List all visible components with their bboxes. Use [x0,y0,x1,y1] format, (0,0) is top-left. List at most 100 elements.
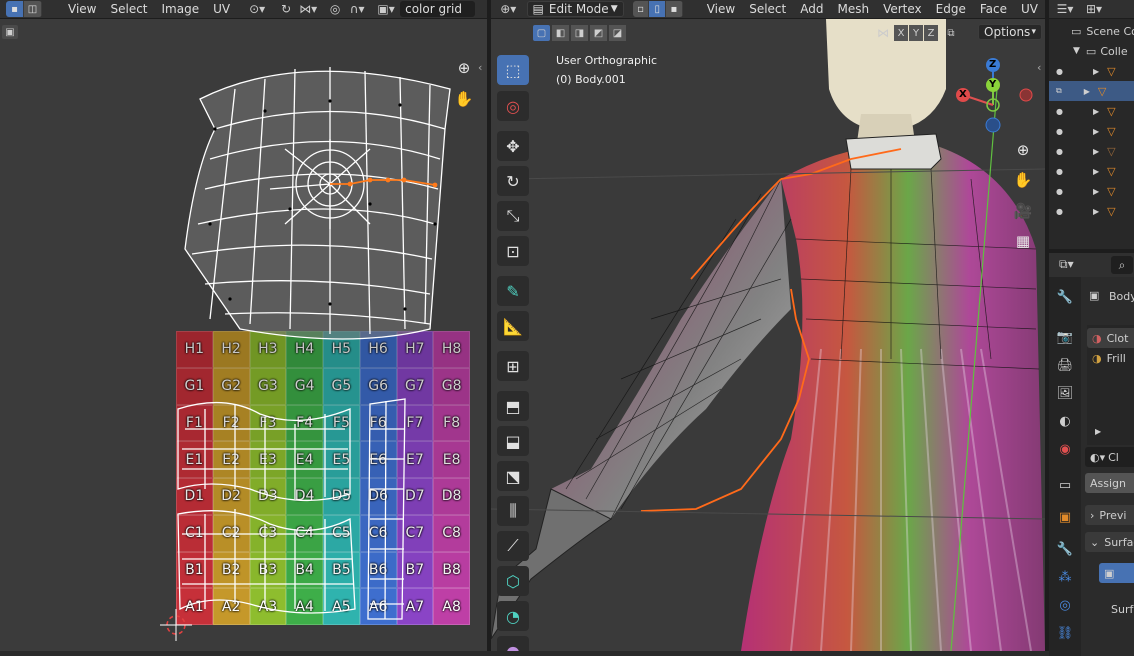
tool-annotate[interactable]: ✎ [497,276,529,306]
proportional-edit-icon[interactable]: ◎ [325,1,345,17]
tool-bevel[interactable]: ⬔ [497,461,529,491]
uv-menu-uv[interactable]: UV [206,2,237,16]
image-name-field[interactable]: color grid [400,1,476,17]
falloff-icon[interactable]: ∩▾ [347,1,367,17]
expand-icon[interactable]: ▶ [1093,207,1099,216]
tool-move[interactable]: ✥ [497,131,529,161]
outliner-object-row[interactable]: ● ▶ ▽ [1049,61,1134,81]
tool-scale[interactable]: ⤡ [497,201,529,231]
outliner-scene-row[interactable]: ▭ Scene Co [1049,21,1134,41]
outliner-object-row[interactable]: ● ▶ ▽ [1049,201,1134,221]
outliner-collection-row[interactable]: ▼ ▭ Colle [1049,41,1134,61]
expand-icon[interactable]: ▶ [1093,67,1099,76]
tool-loop-cut[interactable]: ⫼ [497,496,529,526]
pivot-icon[interactable]: ⊙▾ [247,1,267,17]
outliner-object-row[interactable]: ● ▶ ▽ [1049,101,1134,121]
editor-type-icon[interactable]: ⊕▾ [499,1,518,17]
uv-menu-view[interactable]: View [61,2,103,16]
tool-add-cube[interactable]: ⊞ [497,351,529,381]
tool-spin[interactable]: ◔ [497,601,529,631]
viewport-pan-icon[interactable]: ✋ [1010,167,1036,193]
tool-inset[interactable]: ⬓ [497,426,529,456]
vertex-mode-icon[interactable]: ▫ [632,1,650,17]
topology-mirror-icon[interactable]: ⧉ [943,25,959,41]
modifier-tab-icon[interactable]: 🔧 [1055,539,1075,559]
expand-icon[interactable]: ▶ [1084,87,1090,96]
vp-menu-vertex[interactable]: Vertex [876,2,929,16]
display-mode-icon[interactable]: ⊞▾ [1084,1,1104,17]
tool-extrude[interactable]: ⬒ [497,391,529,421]
expand-icon[interactable]: ▶ [1093,127,1099,136]
properties-editor-type-icon[interactable]: ⧉▾ [1059,257,1074,272]
render-tab-icon[interactable]: 📷 [1055,327,1075,347]
uv-editor[interactable]: ▣ H1 H2 H3 H4 H5 H6 H7 H8 G1 G2 G3 G4 G5 G6 G7 G8 F1 F2 F3… [0,19,487,651]
vp-menu-add[interactable]: Add [793,2,830,16]
camera-view-icon[interactable]: 🎥 [1010,198,1036,224]
mode-dropdown[interactable]: ▤ Edit Mode ▼ [526,1,624,17]
tool-cursor[interactable]: ◎ [497,91,529,121]
vp-menu-mesh[interactable]: Mesh [830,2,876,16]
edge-mode-icon[interactable]: ▯ [649,1,667,17]
tool-poly-build[interactable]: ⬡ [497,566,529,596]
mirror-z-toggle[interactable]: Z [924,25,938,41]
expand-icon[interactable]: ▶ [1093,167,1099,176]
mirror-y-toggle[interactable]: Y [909,25,923,41]
vertex-select-icon[interactable]: ▪ [6,1,24,17]
assign-button[interactable]: Assign [1085,473,1134,493]
vp-menu-select[interactable]: Select [742,2,793,16]
visibility-dot-icon[interactable]: ● [1056,167,1063,176]
perspective-toggle-icon[interactable]: ▦ [1010,228,1036,254]
surface-node-button[interactable]: ▣ [1099,563,1134,583]
edge-select-icon[interactable]: ◫ [24,1,42,17]
visibility-dot-icon[interactable]: ● [1056,67,1063,76]
visibility-dot-icon[interactable]: ● [1056,207,1063,216]
snap-icon[interactable]: ⋈▾ [298,1,318,17]
physics-tab-icon[interactable]: ◎ [1055,595,1075,615]
properties-editor[interactable]: ⧉▾ ⌕ 🔧 📷 🖨 🖼 ◐ ◉ ▭ ▣ 🔧 ⁂ ◎ ⛓ ▣ Body ◑ Clo… [1049,253,1134,656]
outliner[interactable]: ▭ Scene Co ▼ ▭ Colle ● ▶ ▽ ⧉ ▶ ▽ ● ▶ ▽ ● ▶ ▽ ● ▶ ▽ ● ▶ ▽ ●… [1049,19,1134,249]
visibility-dot-icon[interactable]: ● [1056,147,1063,156]
outliner-object-row[interactable]: ● ▶ ▽ [1049,141,1134,161]
visibility-dot-icon[interactable]: ⧉ [1056,86,1062,96]
constraints-tab-icon[interactable]: ⛓ [1055,623,1075,643]
world-tab-icon[interactable]: ◉ [1055,439,1075,459]
expand-icon[interactable]: ▶ [1093,107,1099,116]
3d-viewport[interactable]: ▢ ◧ ◨ ◩ ◪ User Orthographic (0) Body.001… [491,19,1045,651]
viewport-zoom-icon[interactable]: ⊕ [1010,137,1036,163]
face-mode-icon[interactable]: ▪ [666,1,683,17]
output-tab-icon[interactable]: 🖨 [1055,355,1075,375]
tool-transform[interactable]: ⊡ [497,236,529,266]
surface-panel-header[interactable]: ⌄Surfac [1085,532,1134,552]
scene-tab-icon[interactable]: ◐ [1055,411,1075,431]
tool-select-box[interactable]: ⬚ [497,55,529,85]
collection-tab-icon[interactable]: ▭ [1055,475,1075,495]
tool-knife[interactable]: ⟋ [497,531,529,561]
outliner-object-row[interactable]: ● ▶ ▽ [1049,181,1134,201]
vp-menu-edge[interactable]: Edge [929,2,973,16]
material-browse-field[interactable]: ◐▾ Cl [1085,447,1134,467]
particles-tab-icon[interactable]: ⁂ [1055,567,1075,587]
expand-icon[interactable]: ▶ [1093,187,1099,196]
material-slot-1[interactable]: ◑ Clot [1087,328,1134,348]
image-browse-icon[interactable]: ▣▾ [376,1,396,17]
visibility-dot-icon[interactable]: ● [1056,127,1063,136]
outliner-object-row[interactable]: ● ▶ ▽ [1049,161,1134,181]
uv-menu-image[interactable]: Image [155,2,207,16]
uv-pan-icon[interactable]: ✋ [451,86,477,112]
material-slot-2[interactable]: ◑ Frill [1087,348,1134,368]
uv-sidebar-toggle-icon[interactable]: ‹ [478,61,482,74]
visibility-dot-icon[interactable]: ● [1056,187,1063,196]
tool-rotate[interactable]: ↻ [497,166,529,196]
object-tab-icon[interactable]: ▣ [1055,507,1075,527]
sync-selection-icon[interactable]: ↻ [276,1,296,17]
viewport-sidebar-toggle-icon[interactable]: ‹ [1037,61,1041,74]
options-dropdown[interactable]: Options ▾ [978,24,1042,40]
mirror-x-toggle[interactable]: X [894,25,908,41]
tool-measure[interactable]: 📐 [497,311,529,341]
outliner-object-row[interactable]: ● ▶ ▽ [1049,121,1134,141]
uv-zoom-icon[interactable]: ⊕ [451,55,477,81]
expand-list-icon[interactable]: ▶ [1095,427,1101,436]
outliner-editor-icon[interactable]: ☰▾ [1055,1,1075,17]
view-layer-tab-icon[interactable]: 🖼 [1055,383,1075,403]
preview-panel-header[interactable]: › Previ [1085,505,1134,525]
